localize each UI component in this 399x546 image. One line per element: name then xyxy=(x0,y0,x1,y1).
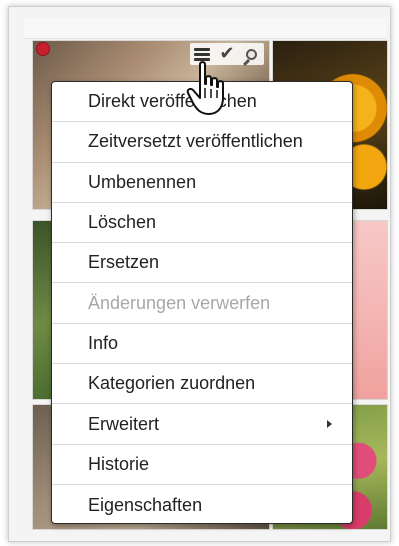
menu-item-label: Kategorien zuordnen xyxy=(88,373,256,394)
menu-item-label: Umbenennen xyxy=(88,171,197,192)
menu-item-umbenennen[interactable]: Umbenennen xyxy=(52,163,352,203)
submenu-arrow-icon xyxy=(327,420,332,429)
menu-item-eigenschaften[interactable]: Eigenschaften xyxy=(52,485,352,523)
menu-item-label: Direkt veröffentlichen xyxy=(88,91,257,112)
hand-pointer-icon xyxy=(186,61,224,115)
status-indicator-dot xyxy=(36,42,50,56)
menu-item-label: Info xyxy=(88,332,119,353)
gallery-top-bar xyxy=(24,18,386,39)
menu-item-label: Eigenschaften xyxy=(88,494,203,515)
menu-item-label: Löschen xyxy=(88,212,157,233)
menu-item-label: Ersetzen xyxy=(88,252,160,273)
zoom-icon[interactable] xyxy=(241,44,263,64)
menu-item-historie[interactable]: Historie xyxy=(52,445,352,485)
menu-item-label: Zeitversetzt veröffentlichen xyxy=(88,131,303,152)
menu-item-label: Historie xyxy=(88,453,150,474)
menu-item-aenderungen-verwerfen: Änderungen verwerfen xyxy=(52,283,352,324)
menu-item-zeitversetzt-veroeffentlichen[interactable]: Zeitversetzt veröffentlichen xyxy=(52,122,352,163)
menu-item-ersetzen[interactable]: Ersetzen xyxy=(52,243,352,284)
menu-item-label: Erweitert xyxy=(88,413,160,434)
menu-item-erweitert[interactable]: Erweitert xyxy=(52,404,352,445)
menu-item-label: Änderungen verwerfen xyxy=(88,292,271,313)
menu-item-info[interactable]: Info xyxy=(52,324,352,365)
context-menu: Direkt veröffentlichen Zeitversetzt verö… xyxy=(51,81,353,524)
menu-item-kategorien-zuordnen[interactable]: Kategorien zuordnen xyxy=(52,364,352,405)
menu-item-loeschen[interactable]: Löschen xyxy=(52,203,352,244)
